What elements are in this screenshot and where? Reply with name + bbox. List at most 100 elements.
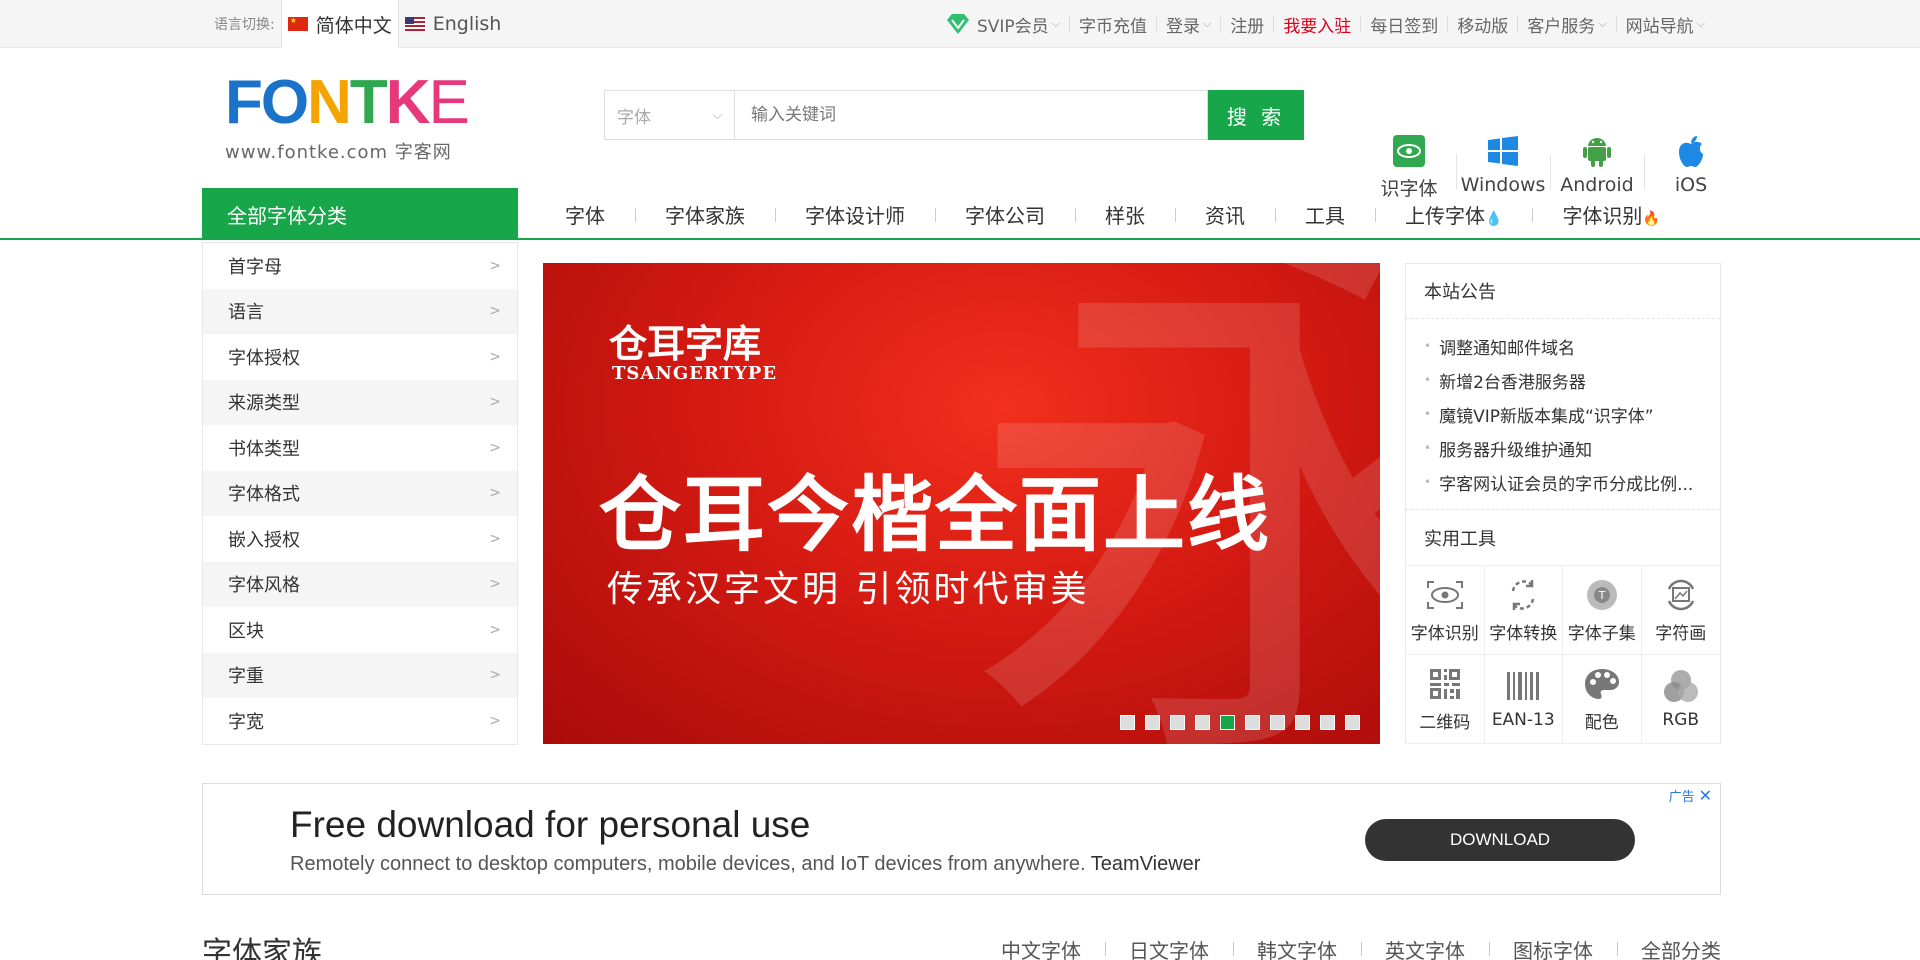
banner-brand-en: TSANGERTYPE <box>612 363 778 384</box>
us-flag-icon <box>404 17 425 31</box>
close-icon[interactable]: ✕ <box>1699 786 1712 805</box>
sidebar-item[interactable]: 首字母 > <box>203 243 517 289</box>
category-sidebar: 首字母 > 语言 > 字体授权 > 来源类型 > 书体类型 > 字体格式 > 嵌入授权 > 字… <box>202 242 518 745</box>
carousel-dot[interactable] <box>1320 715 1335 730</box>
family-link[interactable]: 中文字体 <box>977 935 1105 960</box>
mobile-link[interactable]: 移动版 <box>1448 12 1517 37</box>
banner-title: 仓耳今楷全面上线 <box>599 467 1272 563</box>
tool-qrcode[interactable]: 二维码 <box>1406 655 1485 744</box>
join-link[interactable]: 我要入驻 <box>1274 12 1360 37</box>
logo-subtitle: www.fontke.com 字客网 <box>225 142 452 163</box>
search-input[interactable] <box>734 90 1208 140</box>
sidebar-item[interactable]: 字体风格 > <box>203 561 517 607</box>
notice-item[interactable]: 新增2台香港服务器 <box>1424 363 1720 397</box>
chevron-down-icon: ⌵ <box>1598 17 1607 30</box>
notice-item[interactable]: 字客网认证会员的字币分成比例... <box>1424 465 1720 499</box>
sidebar-item[interactable]: 来源类型 > <box>203 379 517 425</box>
sitenav-link[interactable]: 网站导航 ⌵ <box>1617 12 1714 37</box>
nav-item-companies[interactable]: 字体公司 <box>935 200 1075 229</box>
notice-item[interactable]: 魔镜VIP新版本集成“识字体” <box>1424 397 1720 431</box>
water-drop-icon: 💧 <box>1485 210 1503 227</box>
nav-item-news[interactable]: 资讯 <box>1175 200 1275 229</box>
chevron-down-icon: ⌵ <box>1202 17 1212 30</box>
carousel-dot[interactable] <box>1145 715 1160 730</box>
service-link[interactable]: 客户服务 ⌵ <box>1518 12 1615 37</box>
nav-item-samples[interactable]: 样张 <box>1075 200 1175 229</box>
palette-icon <box>1582 666 1622 702</box>
sidebar-item[interactable]: 语言 > <box>203 288 517 334</box>
nav-item-tools[interactable]: 工具 <box>1275 200 1375 229</box>
sidebar-item[interactable]: 嵌入授权 > <box>203 516 517 562</box>
sidebar-item-label: 嵌入授权 <box>228 529 300 551</box>
chevron-right-icon: > <box>489 667 501 684</box>
flame-icon: 🔥 <box>1642 210 1660 227</box>
notice-title: 本站公告 <box>1406 264 1720 319</box>
carousel-dot[interactable] <box>1270 715 1285 730</box>
eye-scan-icon <box>1425 577 1465 613</box>
rgb-icon <box>1661 668 1701 704</box>
carousel-dot[interactable] <box>1245 715 1260 730</box>
sidebar-item[interactable]: 书体类型 > <box>203 425 517 471</box>
ad-download-button[interactable]: DOWNLOAD <box>1365 819 1635 861</box>
nav-item-fonts[interactable]: 字体 <box>535 200 635 229</box>
site-logo[interactable]: FONTKE www.fontke.com 字客网 <box>225 68 470 164</box>
tool-ean13[interactable]: EAN-13 <box>1484 655 1563 744</box>
family-link[interactable]: 图标字体 <box>1489 935 1617 960</box>
chevron-down-icon: ⌵ <box>1696 17 1705 30</box>
family-link[interactable]: 全部分类 <box>1617 935 1721 960</box>
recharge-link[interactable]: 字币充值 <box>1070 12 1156 37</box>
tool-label: 字体转换 <box>1489 623 1558 644</box>
tool-ascii-art[interactable]: 字符画 <box>1641 566 1720 655</box>
subset-icon: T <box>1582 577 1622 613</box>
all-categories-button[interactable]: 全部字体分类 <box>202 188 518 240</box>
carousel-dot[interactable] <box>1120 715 1135 730</box>
sidebar-item[interactable]: 字体格式 > <box>203 470 517 516</box>
svip-link[interactable]: SVIP会员 ⌵ <box>936 12 1069 37</box>
family-link[interactable]: 英文字体 <box>1361 935 1489 960</box>
nav-item-identify[interactable]: 字体识别🔥 <box>1532 200 1689 229</box>
tool-font-convert[interactable]: 字体转换 <box>1484 566 1563 655</box>
register-link[interactable]: 注册 <box>1221 12 1273 37</box>
ascii-art-icon <box>1661 577 1701 613</box>
nav-item-families[interactable]: 字体家族 <box>635 200 775 229</box>
login-link[interactable]: 登录 ⌵ <box>1157 12 1220 37</box>
windows-icon <box>1486 134 1520 168</box>
lang-option-zh[interactable]: 简体中文 <box>280 0 399 48</box>
sidebar-item-label: 来源类型 <box>228 393 300 415</box>
checkin-link[interactable]: 每日签到 <box>1361 12 1447 37</box>
carousel-dot[interactable] <box>1345 715 1360 730</box>
carousel-dot[interactable] <box>1220 715 1235 730</box>
notice-item[interactable]: 调整通知邮件域名 <box>1424 329 1720 363</box>
chevron-right-icon: > <box>489 621 501 638</box>
hero-banner[interactable]: 永 仓耳字库 TSANGERTYPE 仓耳今楷全面上线 传承汉字文明 引领时代审… <box>543 263 1380 744</box>
carousel-dot[interactable] <box>1195 715 1210 730</box>
sidebar-item[interactable]: 字宽 > <box>203 698 517 744</box>
sidebar-item[interactable]: 字体授权 > <box>203 334 517 380</box>
logo-wordmark: FONTKE <box>225 68 470 137</box>
nav-item-upload[interactable]: 上传字体💧 <box>1375 200 1532 229</box>
nav-item-designers[interactable]: 字体设计师 <box>775 200 935 229</box>
ad-banner[interactable]: Free download for personal use Remotely … <box>202 783 1721 895</box>
carousel-dot[interactable] <box>1170 715 1185 730</box>
search-type-select[interactable]: 字体 ⌵ <box>604 90 734 140</box>
service-label: 客户服务 <box>1527 16 1596 37</box>
ad-label[interactable]: 广告 ✕ <box>1669 786 1712 805</box>
sidebar-item[interactable]: 字重 > <box>203 652 517 698</box>
tool-font-subset[interactable]: T 字体子集 <box>1563 566 1642 655</box>
search-button[interactable]: 搜 索 <box>1208 90 1304 140</box>
barcode-icon <box>1503 668 1543 704</box>
family-link[interactable]: 韩文字体 <box>1233 935 1361 960</box>
family-link[interactable]: 日文字体 <box>1105 935 1233 960</box>
tool-font-identify[interactable]: 字体识别 <box>1406 566 1485 655</box>
banner-brand: 仓耳字库 <box>609 321 762 366</box>
tool-color-scheme[interactable]: 配色 <box>1563 655 1642 744</box>
carousel-dot[interactable] <box>1295 715 1310 730</box>
chevron-right-icon: > <box>489 712 501 729</box>
tool-rgb[interactable]: RGB <box>1641 655 1720 744</box>
top-nav: SVIP会员 ⌵ 字币充值 登录 ⌵ 注册 我要入驻 每日签到 移动版 客户服务 ⌵ … <box>936 0 1714 48</box>
ad-text: Remotely connect to desktop computers, m… <box>290 853 1200 876</box>
notice-item[interactable]: 服务器升级维护通知 <box>1424 431 1720 465</box>
sidebar-item[interactable]: 区块 > <box>203 607 517 653</box>
ad-text-body: Remotely connect to desktop computers, m… <box>290 853 1086 875</box>
lang-option-en[interactable]: English <box>399 0 508 48</box>
